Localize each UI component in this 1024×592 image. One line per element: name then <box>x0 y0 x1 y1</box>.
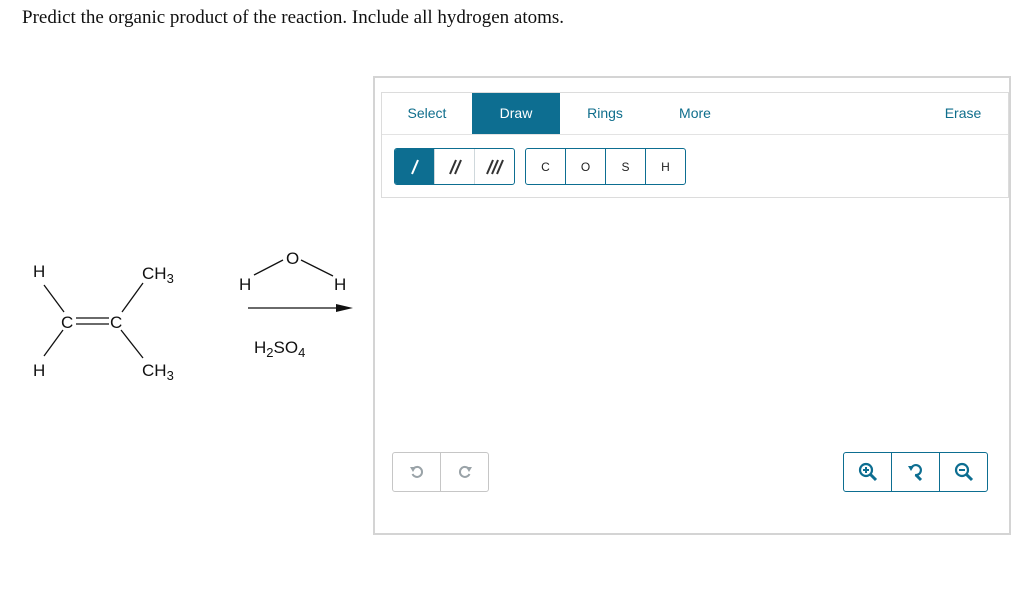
water-o: O <box>286 249 299 268</box>
reactant-ch3-bottom-label: CH3 <box>142 361 174 383</box>
tab-draw[interactable]: Draw <box>472 93 560 134</box>
undo-button[interactable] <box>393 453 441 491</box>
redo-button[interactable] <box>441 453 488 491</box>
water-h-right: H <box>334 275 346 294</box>
atom-tool-group: C O S H <box>525 148 686 185</box>
triple-bond-button[interactable] <box>475 149 514 184</box>
reactant-ch3-top-label: CH3 <box>142 264 174 286</box>
toolbar-tabs: Select Draw Rings More Erase <box>382 93 1008 135</box>
reactant-c-right: C <box>110 313 122 332</box>
single-bond-button[interactable] <box>395 149 435 184</box>
atom-button-s[interactable]: S <box>606 149 646 184</box>
bond-ch3-top <box>121 282 144 313</box>
tab-rings[interactable]: Rings <box>560 93 650 134</box>
reactant-structure: H H C C CH3 CH3 <box>33 262 174 383</box>
bond-h-top <box>43 284 65 313</box>
redo-icon <box>458 465 472 478</box>
reactant-h-top: H <box>33 262 45 281</box>
zoom-out-button[interactable] <box>940 453 987 491</box>
question-text: Predict the organic product of the react… <box>22 7 565 28</box>
triple-bond-icon <box>485 159 504 174</box>
zoom-out-icon <box>954 462 973 482</box>
catalyst-label: H2SO4 <box>254 338 305 360</box>
reagent-water: H O H <box>239 249 346 294</box>
water-h-left: H <box>239 275 251 294</box>
bond-ch3-bottom <box>120 329 144 359</box>
atom-button-c[interactable]: C <box>526 149 566 184</box>
atom-button-o[interactable]: O <box>566 149 606 184</box>
tab-select[interactable]: Select <box>382 93 472 134</box>
reactant-ch3-top: CH3 <box>142 264 174 286</box>
tab-more[interactable]: More <box>650 93 740 134</box>
reaction-scheme: H H C C CH3 CH3 H O H H2SO4 <box>0 220 370 405</box>
reactant-ch3-bottom: CH3 <box>142 361 174 383</box>
zoom-in-button[interactable] <box>844 453 892 491</box>
double-bond-icon <box>448 159 462 174</box>
bond-h-bottom <box>43 329 64 357</box>
single-bond-icon <box>410 159 419 174</box>
reaction-drawing: H H C C CH3 CH3 H O H H2SO4 <box>33 249 353 383</box>
editor-toolbar: Select Draw Rings More Erase C O S H <box>381 92 1009 198</box>
reset-zoom-icon <box>907 464 922 482</box>
zoom-controls <box>843 452 988 492</box>
reaction-arrow <box>248 304 353 312</box>
zoom-in-icon <box>858 462 877 482</box>
tab-erase[interactable]: Erase <box>918 93 1008 134</box>
double-bond-button[interactable] <box>435 149 475 184</box>
history-controls <box>392 452 489 492</box>
reactant-c-left: C <box>61 313 73 332</box>
reset-zoom-button[interactable] <box>892 453 940 491</box>
undo-icon <box>409 465 423 478</box>
bond-tool-group <box>394 148 515 185</box>
bond-o-h-left <box>253 259 284 276</box>
structure-editor: Select Draw Rings More Erase C O S H <box>373 76 1011 535</box>
atom-button-h[interactable]: H <box>646 149 685 184</box>
reactant-h-bottom: H <box>33 361 45 380</box>
bond-o-h-right <box>300 259 334 277</box>
